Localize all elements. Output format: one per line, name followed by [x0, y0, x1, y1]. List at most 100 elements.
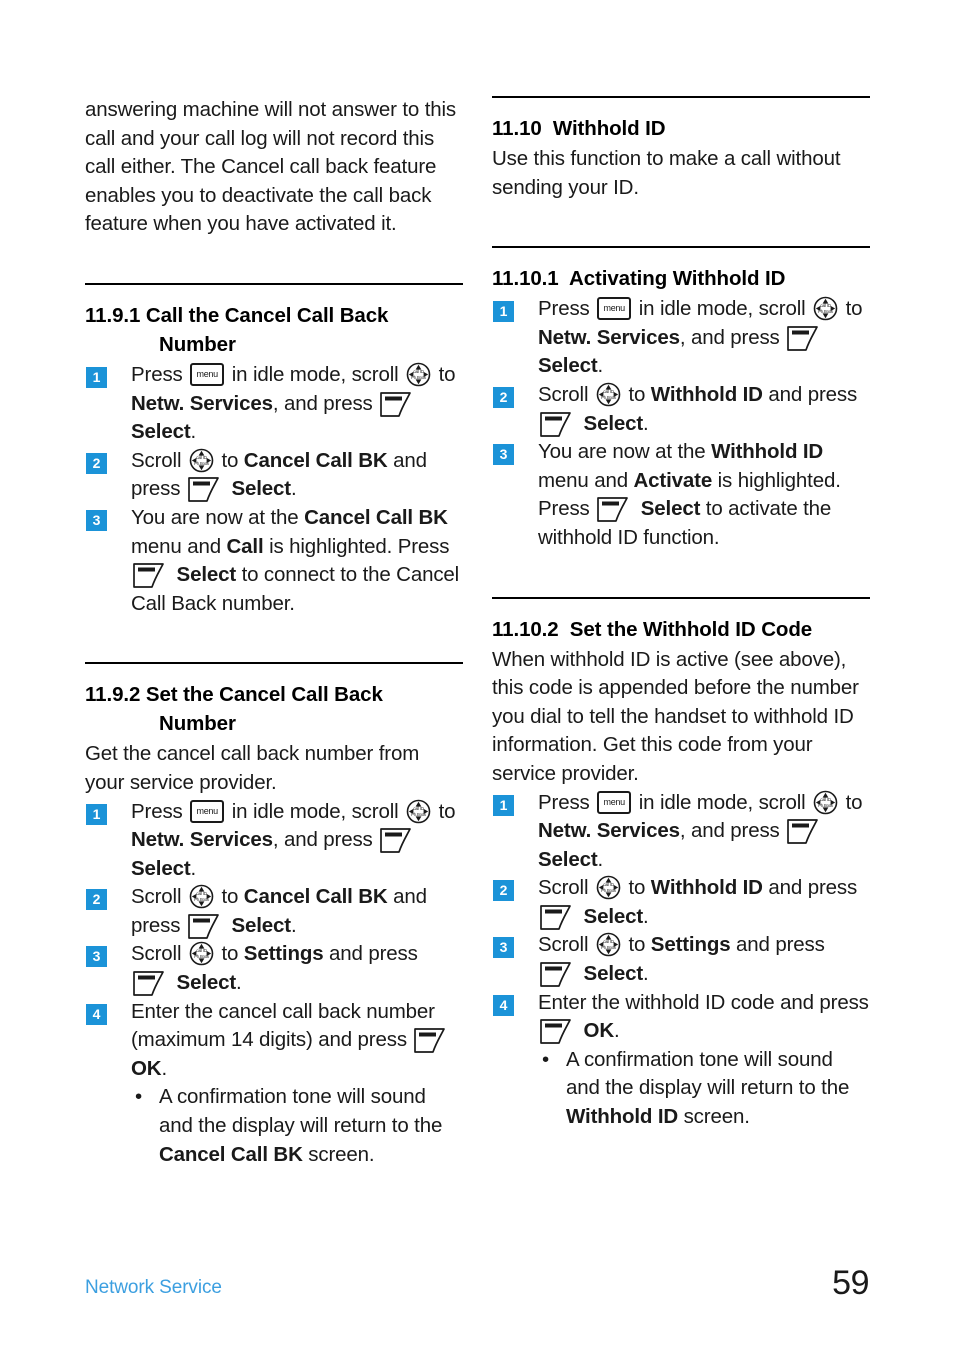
soft-key-icon: [187, 913, 223, 940]
step-item: 1 Press menu in idle mode, scroll call I…: [492, 295, 870, 381]
svg-text:Ph.Book: Ph.Book: [194, 897, 210, 902]
bold-term: Select: [538, 847, 598, 871]
svg-text:call ID: call ID: [196, 891, 207, 896]
step-text: Scroll call ID Ph.Book to Cancel Call BK …: [131, 884, 427, 940]
section-intro: Get the cancel call back number from you…: [85, 742, 420, 794]
step-badge: 1: [493, 794, 514, 816]
step-item: 3 Scroll call ID Ph.Book to Settings and …: [85, 940, 463, 997]
step-text: Press menu in idle mode, scroll call ID P…: [538, 790, 863, 871]
navigation-scroll-key-icon: call ID Ph.Book: [596, 382, 621, 407]
bold-term: Select: [583, 904, 644, 928]
section-intro: When withhold ID is active (see above), …: [492, 647, 859, 785]
bold-term: Select: [176, 971, 237, 995]
step-item: 1 Press menu in idle mode, scroll call I…: [492, 789, 870, 875]
bold-term: Select: [231, 913, 291, 937]
soft-key-icon: [596, 496, 632, 523]
bold-term: Select: [131, 420, 191, 444]
step-text: Press menu in idle mode, scroll call ID P…: [131, 799, 456, 880]
bold-term: Withhold ID: [650, 876, 763, 900]
svg-text:call ID: call ID: [196, 455, 207, 460]
step-badge: 3: [86, 946, 107, 968]
bold-term: OK: [131, 1056, 162, 1080]
steps-11-10-1: 1 Press menu in idle mode, scroll call I…: [492, 295, 870, 552]
svg-text:call ID: call ID: [603, 882, 614, 887]
navigation-scroll-key-icon: call ID Ph.Book: [596, 875, 621, 900]
heading-title: Set the Withhold ID Code: [569, 617, 813, 641]
step-item: 4 Enter the cancel call back number (max…: [85, 998, 463, 1170]
heading-11-9-2: 11.9.2 Set the Cancel Call Back Number: [85, 680, 463, 738]
bold-term: Select: [583, 962, 644, 986]
soft-key-icon: [786, 325, 822, 352]
bold-term: Select: [640, 497, 701, 521]
step-text: Scroll call ID Ph.Book to Cancel Call BK …: [131, 448, 427, 503]
heading-title-line1: Call the Cancel Call Back: [145, 303, 389, 327]
heading-number: 11.10: [492, 117, 542, 140]
svg-text:Ph.Book: Ph.Book: [818, 803, 834, 808]
bold-term: Settings: [243, 942, 324, 966]
heading-11-10: 11.10 Withhold ID: [492, 114, 870, 143]
step-text: Scroll call ID Ph.Book to Withhold ID and…: [538, 382, 857, 437]
bold-term: Netw. Services: [538, 325, 680, 349]
heading-number: 11.10.2: [492, 617, 559, 641]
bold-term: Activate: [633, 468, 713, 492]
bold-term: Select: [583, 411, 644, 435]
heading-number: 11.9.2: [85, 683, 141, 707]
step-item: 3 You are now at the Cancel Call BK menu…: [85, 504, 463, 618]
step-badge: 3: [86, 509, 107, 531]
svg-text:Ph.Book: Ph.Book: [601, 945, 617, 950]
heading-title-line2: Number: [159, 712, 236, 736]
bold-term: Withhold ID: [650, 382, 763, 406]
navigation-scroll-key-icon: call ID Ph.Book: [813, 296, 838, 321]
svg-text:call ID: call ID: [413, 806, 424, 811]
navigation-scroll-key-icon: call ID Ph.Book: [189, 448, 214, 473]
page-footer: Network Service 59: [85, 1264, 869, 1307]
bold-term: OK: [583, 1019, 615, 1043]
bullet-item: A confirmation tone will sound and the d…: [131, 1083, 463, 1169]
step-text: Scroll call ID Ph.Book to Settings and pr…: [538, 932, 825, 987]
menu-key-icon: menu: [597, 297, 632, 321]
steps-11-9-2: 1 Press menu in idle mode, scroll call I…: [85, 798, 463, 1170]
step-text: Scroll call ID Ph.Book to Withhold ID and…: [538, 875, 857, 931]
step-badge: 2: [86, 452, 107, 474]
step-item: 1 Press menu in idle mode, scroll call I…: [85, 798, 463, 884]
navigation-scroll-key-icon: call ID Ph.Book: [189, 941, 214, 966]
soft-key-icon: [539, 904, 575, 931]
step-bullets: A confirmation tone will sound and the d…: [538, 1046, 870, 1132]
page-number: 59: [832, 1264, 869, 1302]
soft-key-icon: [132, 970, 168, 997]
menu-key-icon: menu: [597, 790, 632, 814]
step-bullets: A confirmation tone will sound and the d…: [131, 1083, 463, 1169]
bold-term: Cancel Call BK: [304, 505, 448, 529]
bold-term: Select: [231, 477, 291, 501]
step-badge: 2: [86, 889, 107, 911]
bold-term: Withhold ID: [566, 1105, 679, 1129]
steps-11-10-2: 1 Press menu in idle mode, scroll call I…: [492, 789, 870, 1132]
svg-text:Ph.Book: Ph.Book: [194, 461, 210, 466]
heading-11-9-1: 11.9.1 Call the Cancel Call Back Number: [85, 301, 463, 359]
bold-term: Call: [226, 534, 264, 558]
step-item: 2 Scroll call ID Ph.Book to Withhold ID a…: [492, 381, 870, 438]
svg-text:Ph.Book: Ph.Book: [601, 395, 617, 400]
soft-key-icon: [379, 827, 415, 854]
step-item: 3 Scroll call ID Ph.Book to Settings and …: [492, 931, 870, 988]
navigation-scroll-key-icon: call ID Ph.Book: [596, 932, 621, 957]
heading-title: Activating Withhold ID: [569, 267, 786, 291]
heading-title: Withhold ID: [552, 117, 666, 140]
step-text: Scroll call ID Ph.Book to Settings and pr…: [131, 941, 418, 997]
step-badge: 1: [86, 803, 107, 825]
soft-key-icon: [132, 562, 168, 589]
svg-text:call ID: call ID: [603, 940, 614, 945]
svg-text:call ID: call ID: [603, 389, 614, 394]
step-item: 1 Press menu in idle mode, scroll call I…: [85, 361, 463, 447]
step-badge: 4: [493, 994, 514, 1016]
bold-term: Withhold ID: [711, 440, 824, 464]
bold-term: Cancel Call BK: [243, 448, 388, 472]
soft-key-icon: [786, 818, 822, 845]
step-item: 2 Scroll call ID Ph.Book to Withhold ID a…: [492, 874, 870, 931]
bold-term: Netw. Services: [538, 819, 680, 843]
soft-key-icon: [539, 1018, 575, 1045]
